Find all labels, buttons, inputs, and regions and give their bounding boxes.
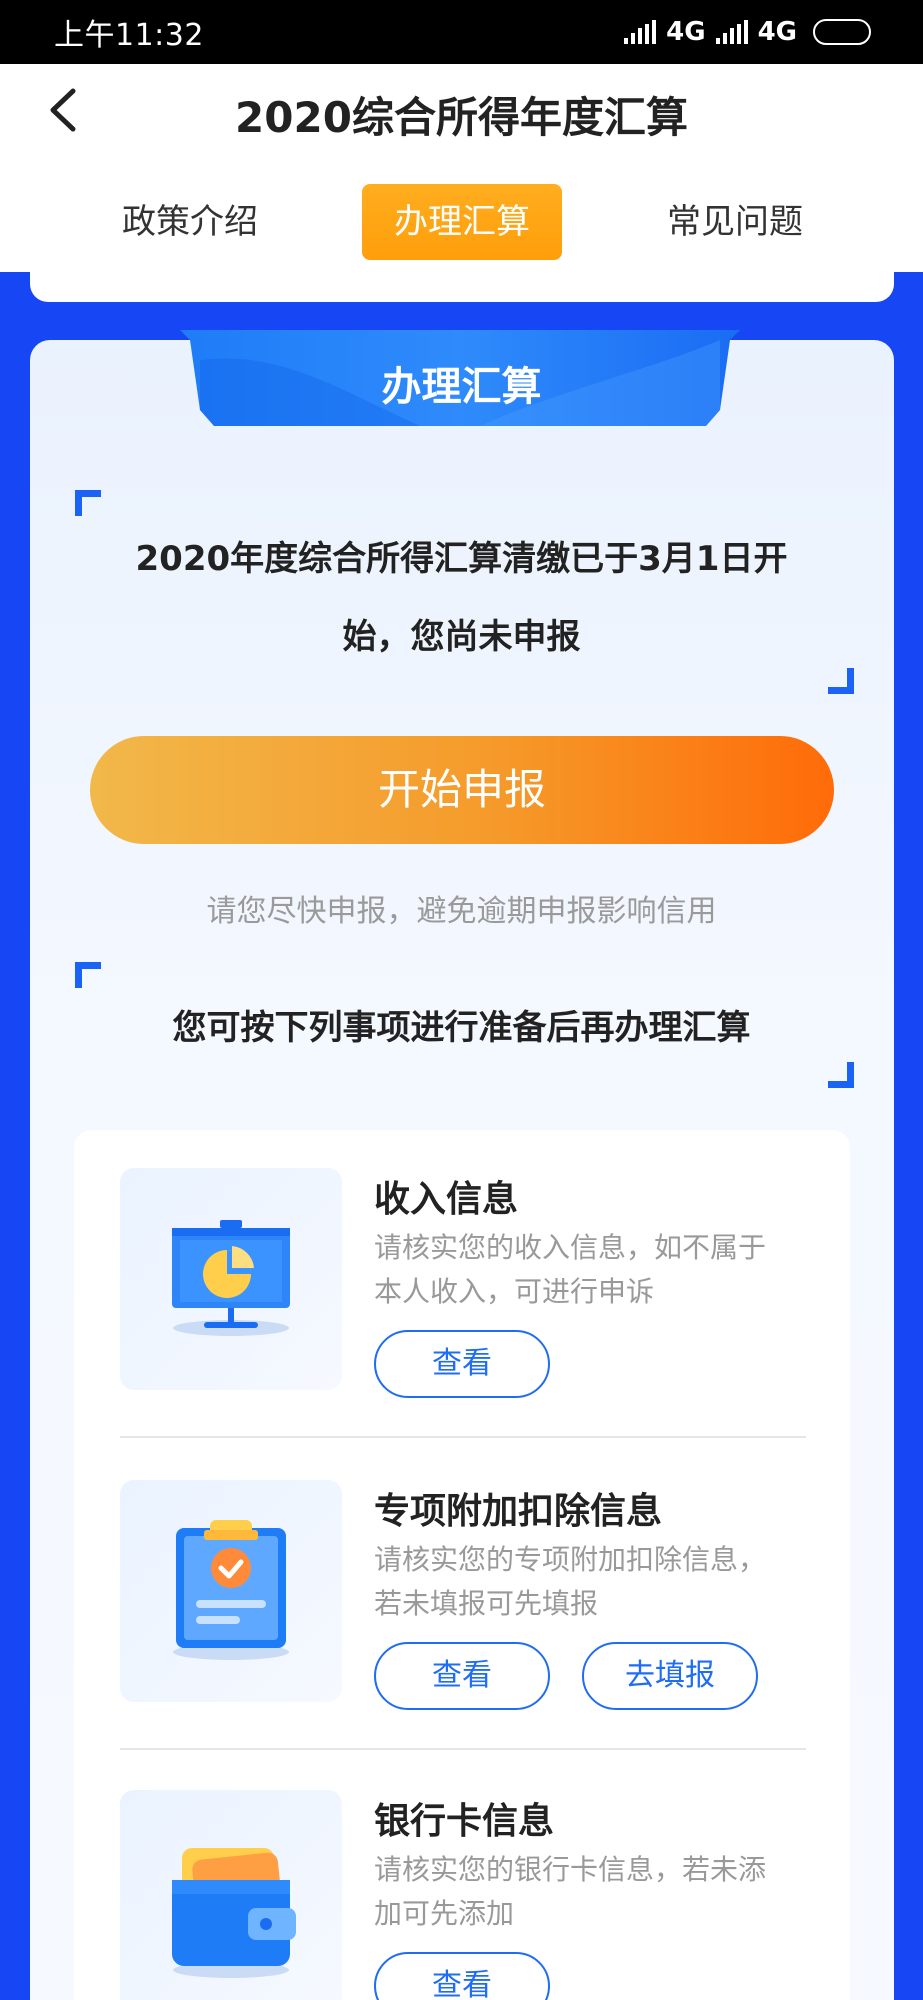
view-income-button[interactable]: 查看 — [374, 1330, 550, 1398]
clipboard-check-icon — [120, 1480, 342, 1702]
corner-bracket-top-left-2 — [75, 962, 101, 988]
tab-policy-intro[interactable]: 政策介绍 — [110, 184, 270, 260]
signal-icon-2 — [715, 20, 748, 44]
item-description: 请核实您的银行卡信息，若未添 加可先添加 — [374, 1848, 794, 1936]
notice-text: 2020年度综合所得汇算清缴已于3月1日开 始，您尚未申报 — [100, 520, 823, 676]
status-indicators: 4G 4G 43 — [624, 17, 871, 47]
status-time: 上午11:32 — [54, 18, 204, 53]
corner-bracket-bottom-right-2 — [828, 1062, 854, 1088]
list-item-special-deduction: 专项附加扣除信息 请核实您的专项附加扣除信息， 若未填报可先填报 查看 去填报 — [120, 1480, 806, 1720]
list-item-bank-card: 银行卡信息 请核实您的银行卡信息，若未添 加可先添加 查看 — [120, 1790, 806, 2000]
item-title: 银行卡信息 — [374, 1801, 555, 1842]
network-label-1: 4G — [666, 17, 706, 47]
hint-text: 请您尽快申报，避免逾期申报影响信用 — [206, 894, 717, 929]
tab-process-settlement[interactable]: 办理汇算 — [362, 184, 562, 260]
item-desc-line: 请核实您的银行卡信息，若未添 — [374, 1853, 767, 1886]
preparation-title: 您可按下列事项进行准备后再办理汇算 — [172, 1008, 751, 1048]
notice-line-1: 2020年度综合所得汇算清缴已于3月1日开 — [135, 539, 788, 579]
tab-faq[interactable]: 常见问题 — [650, 184, 820, 260]
item-desc-line: 请核实您的专项附加扣除信息， — [374, 1543, 767, 1576]
item-description: 请核实您的专项附加扣除信息， 若未填报可先填报 — [374, 1538, 794, 1626]
signal-icon — [624, 20, 657, 44]
item-description: 请核实您的收入信息，如不属于 本人收入，可进行申诉 — [374, 1226, 794, 1314]
item-desc-line: 若未填报可先填报 — [374, 1587, 599, 1620]
battery-level: 43 — [845, 22, 869, 42]
presentation-chart-icon — [120, 1168, 342, 1390]
status-bar: 上午11:32 4G 4G 43 — [0, 0, 923, 64]
list-item-income: 收入信息 请核实您的收入信息，如不属于 本人收入，可进行申诉 查看 — [120, 1168, 806, 1408]
item-desc-line: 请核实您的收入信息，如不属于 — [374, 1231, 767, 1264]
page-title: 2020综合所得年度汇算 — [235, 93, 688, 142]
battery-icon: 43 — [813, 19, 871, 45]
item-title: 专项附加扣除信息 — [374, 1491, 663, 1532]
tab-bar: 政策介绍 办理汇算 常见问题 — [0, 184, 923, 260]
view-bank-card-button[interactable]: 查看 — [374, 1952, 550, 2000]
item-desc-line: 加可先添加 — [374, 1897, 515, 1930]
start-declare-button[interactable]: 开始申报 — [90, 736, 834, 844]
item-title: 收入信息 — [374, 1179, 519, 1220]
divider — [120, 1436, 806, 1438]
fill-deduction-button[interactable]: 去填报 — [582, 1642, 758, 1710]
divider — [120, 1748, 806, 1750]
notice-line-2: 始，您尚未申报 — [342, 617, 581, 657]
item-desc-line: 本人收入，可进行申诉 — [374, 1275, 655, 1308]
section-banner-label: 办理汇算 — [381, 364, 542, 410]
wallet-card-icon — [120, 1790, 342, 2000]
view-deduction-button[interactable]: 查看 — [374, 1642, 550, 1710]
corner-bracket-top-left — [75, 490, 101, 516]
network-label-2: 4G — [757, 17, 797, 47]
corner-bracket-bottom-right — [828, 668, 854, 694]
